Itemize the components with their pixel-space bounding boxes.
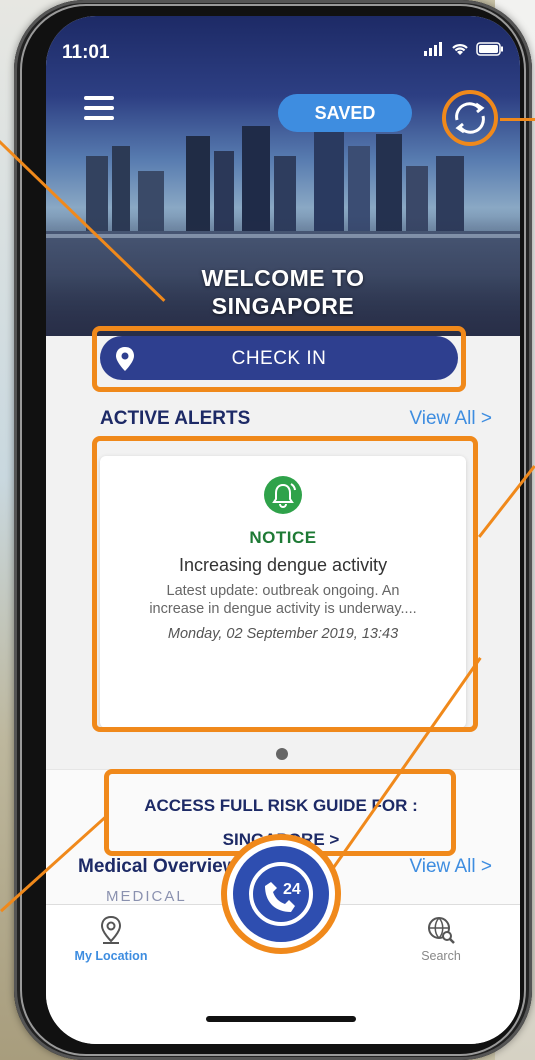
welcome-line2: SINGAPORE	[211, 293, 355, 319]
svg-text:24: 24	[283, 881, 301, 898]
wifi-icon	[452, 44, 468, 55]
tab-search-label: Search	[421, 949, 461, 963]
battery-icon	[476, 42, 503, 56]
status-icons	[424, 42, 504, 56]
hero-banner: 11:01 SAVED WELCOME TO SINGAPORE	[46, 16, 520, 336]
saved-button[interactable]: SAVED	[278, 94, 412, 132]
callout-line-sync	[500, 118, 535, 121]
alerts-view-all-link[interactable]: View All >	[409, 408, 492, 430]
phone-screen: 11:01 SAVED WELCOME TO SINGAPORE CHECK I	[46, 16, 520, 1044]
tab-my-location-label: My Location	[74, 949, 148, 963]
sync-icon[interactable]	[442, 90, 498, 146]
medical-view-all-link[interactable]: View All >	[409, 856, 492, 878]
phone-24h-icon: 24	[249, 862, 313, 926]
medical-overview-heading: Medical Overview	[78, 856, 238, 877]
tab-search[interactable]: Search	[396, 915, 486, 963]
status-time: 11:01	[62, 42, 110, 63]
signal-icon	[424, 42, 442, 56]
menu-icon[interactable]	[84, 96, 114, 120]
carousel-dot[interactable]	[276, 748, 288, 760]
welcome-line1: WELCOME TO	[201, 265, 365, 291]
alert-card-highlight	[92, 436, 478, 732]
tab-my-location[interactable]: My Location	[66, 915, 156, 963]
globe-search-icon	[428, 917, 455, 944]
active-alerts-heading: ACTIVE ALERTS	[100, 408, 251, 429]
check-in-highlight	[92, 326, 466, 392]
medical-subheading: MEDICAL	[106, 888, 187, 905]
welcome-title: WELCOME TO SINGAPORE	[46, 264, 520, 320]
status-bar: 11:01	[62, 42, 504, 63]
emergency-call-button[interactable]: 24	[233, 846, 329, 942]
location-outline-icon	[100, 915, 122, 944]
home-indicator	[206, 1016, 356, 1022]
